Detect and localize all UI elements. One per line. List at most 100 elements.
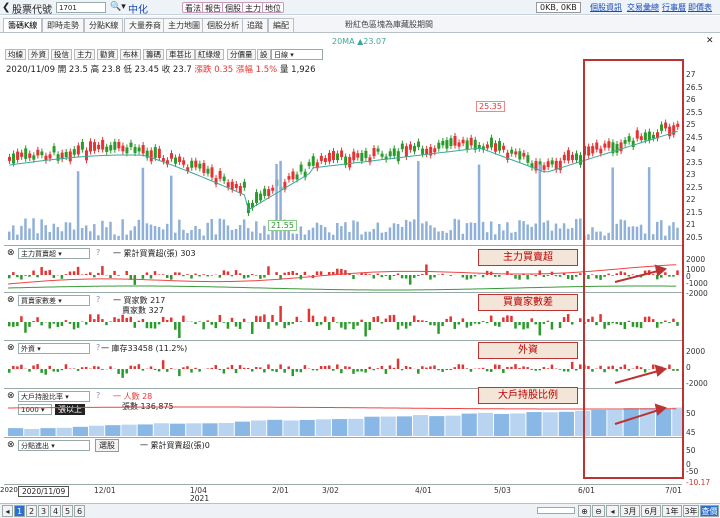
candle-body <box>198 163 202 169</box>
query-button[interactable]: 查價 <box>700 505 719 517</box>
tab-realtime[interactable]: 即時走勢 <box>42 18 84 32</box>
report-button[interactable]: 報告 <box>202 2 224 13</box>
indicator-bar <box>28 322 31 327</box>
range-6m[interactable]: 6月 <box>641 505 661 517</box>
holder-bar <box>526 412 542 436</box>
close-panel-icon[interactable]: ⊗ <box>7 248 15 258</box>
indicator-bar <box>441 369 444 372</box>
volume-bar <box>40 219 43 240</box>
help-icon[interactable]: ? <box>96 391 100 400</box>
indicator-bar <box>52 369 56 372</box>
indicator-bar <box>89 272 92 275</box>
candle-body <box>206 168 210 174</box>
indicator-bar <box>368 274 371 275</box>
candle-body <box>404 146 408 157</box>
page-6[interactable]: 6 <box>74 505 85 517</box>
tab-analysis[interactable]: 個股分析 <box>202 18 244 32</box>
candle-body <box>425 148 429 155</box>
indicator-bar <box>461 364 465 369</box>
candle-body <box>498 141 502 151</box>
tab-branch-kline[interactable]: 分點K線 <box>84 18 124 32</box>
range-3y[interactable]: 3年 <box>683 505 699 517</box>
stock-code-label: 股票代號 <box>12 5 52 16</box>
indicator-bar <box>376 368 380 369</box>
range-1y[interactable]: 1年 <box>662 505 682 517</box>
range-3m[interactable]: 3月 <box>620 505 640 517</box>
help-icon[interactable]: ? <box>96 295 100 304</box>
link-trade-summary[interactable]: 交易彙總 <box>627 2 659 13</box>
volume-bar <box>319 224 323 240</box>
stock-pick-button[interactable]: 選股 <box>95 439 119 452</box>
close-icon[interactable]: ✕ <box>706 36 714 46</box>
indicator-bar <box>186 366 189 369</box>
tab-track[interactable]: 追蹤 <box>242 18 268 32</box>
tab-edit[interactable]: 編配 <box>268 18 294 32</box>
volume-bar <box>72 229 76 240</box>
volume-bar <box>68 222 72 240</box>
x-label-0601: 6/01 <box>578 486 595 495</box>
back-icon[interactable]: ◂ <box>606 505 619 517</box>
volume-bar <box>97 235 100 240</box>
indicator-bar <box>210 322 213 325</box>
help-icon[interactable]: ? <box>96 343 100 352</box>
page-4[interactable]: 4 <box>50 505 61 517</box>
tab-major-map[interactable]: 主力地圖 <box>163 18 205 32</box>
p1-axis-m2000: -2000 <box>686 289 708 298</box>
indicator-bar <box>259 367 262 369</box>
page-2[interactable]: 2 <box>26 505 37 517</box>
volume-bar <box>530 226 533 240</box>
indicator-bar <box>222 322 226 323</box>
volume-bar <box>170 175 173 240</box>
help-icon[interactable]: ? <box>96 248 100 257</box>
volume-bar <box>52 223 56 240</box>
indicator-bar <box>315 322 319 327</box>
volume-bar <box>137 219 141 240</box>
tab-big-broker[interactable]: 大量券商 <box>124 18 166 32</box>
scrollbar[interactable] <box>537 507 575 514</box>
page-1[interactable]: 1 <box>14 505 25 517</box>
close-panel-icon[interactable]: ⊗ <box>7 440 15 450</box>
page-3[interactable]: 3 <box>38 505 49 517</box>
panel5-select[interactable]: 分點進出 ▾ <box>18 440 90 451</box>
candle-body <box>413 145 416 152</box>
search-icon[interactable]: 🔍▾ <box>110 2 126 12</box>
candle-body <box>263 188 267 196</box>
volume-bar <box>109 221 112 240</box>
left-arrow-icon[interactable]: ◂ <box>2 505 13 517</box>
indicator-bar <box>404 322 408 329</box>
view-button[interactable]: 看法 <box>182 2 204 13</box>
volume-bar <box>392 223 396 240</box>
indicator-bar <box>558 322 562 329</box>
candle-body <box>80 141 84 150</box>
indicator-bar <box>518 322 521 326</box>
back-arrow-icon[interactable]: ❮ <box>2 2 10 13</box>
close-panel-icon[interactable]: ⊗ <box>7 295 15 305</box>
zoom-out-icon[interactable]: ⊖ <box>592 505 605 517</box>
candle-body <box>579 155 583 165</box>
indicator-bar <box>461 318 465 322</box>
link-quote[interactable]: 即價表 <box>688 2 712 13</box>
indicator-bar <box>408 367 412 369</box>
volume-bar <box>542 222 546 240</box>
indicator-bar <box>283 272 286 275</box>
position-button[interactable]: 地位 <box>262 2 284 13</box>
link-calendar[interactable]: 行事曆 <box>662 2 686 13</box>
major-button[interactable]: 主力 <box>242 2 264 13</box>
stock-button[interactable]: 個股 <box>222 2 244 13</box>
tab-chip-kline[interactable]: 籌碼K線 <box>3 18 43 32</box>
volume-bar <box>477 164 481 240</box>
link-stock-info[interactable]: 個股資訊 <box>590 2 622 13</box>
page-5[interactable]: 5 <box>62 505 73 517</box>
zoom-in-icon[interactable]: ⊕ <box>578 505 591 517</box>
volume-bar <box>554 223 558 240</box>
panel2-select[interactable]: 買賣家數差 ▾ <box>18 295 90 306</box>
volume-bar <box>570 227 574 240</box>
candle-body <box>327 152 331 162</box>
volume-bar <box>425 221 428 240</box>
candle-body <box>364 150 368 158</box>
volume-bar <box>12 225 15 240</box>
indicator-bar <box>514 322 517 329</box>
volume-bar <box>44 225 47 240</box>
candle-body <box>485 144 489 149</box>
stock-code-input[interactable]: 1701 <box>56 2 106 13</box>
